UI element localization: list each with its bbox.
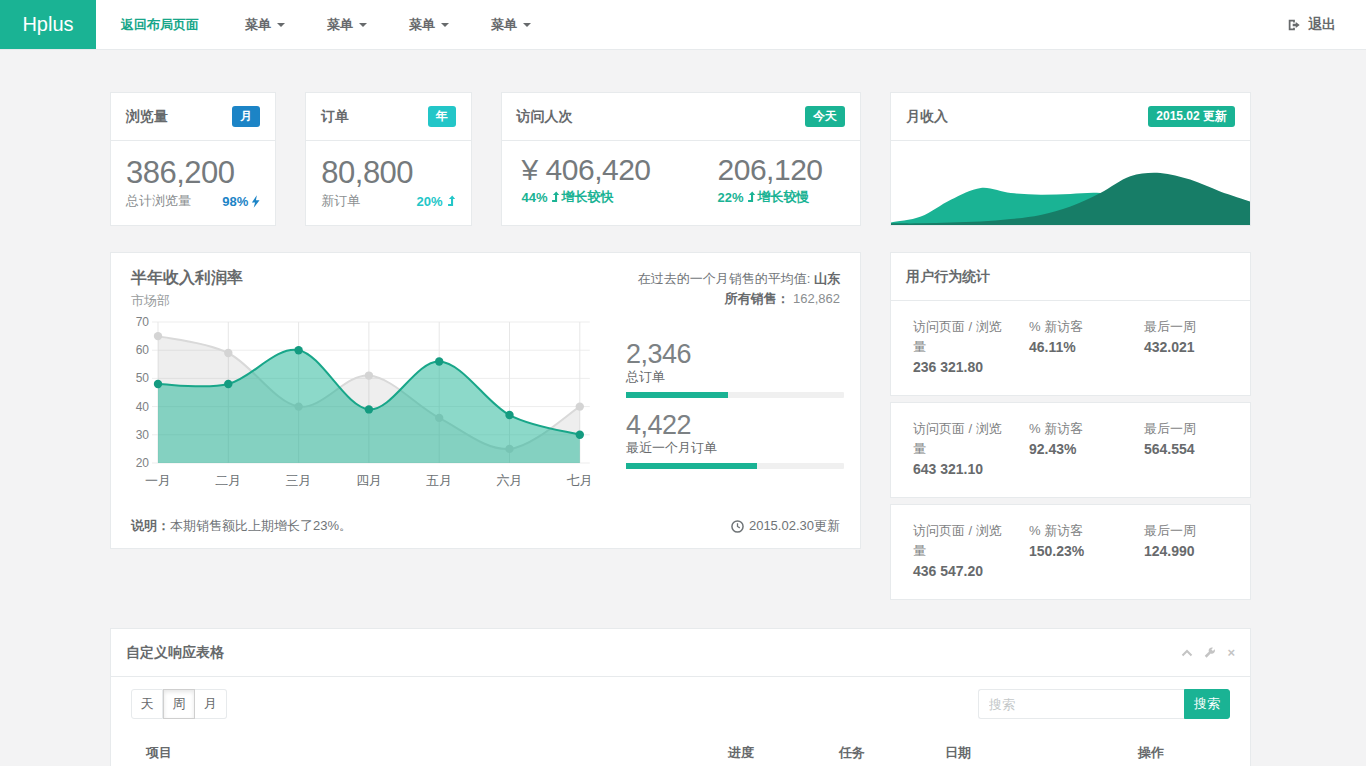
svg-text:五月: 五月 <box>426 473 452 488</box>
views-card-title: 浏览量 <box>126 108 168 126</box>
data-table: 项目 进度 任务 日期 操作 <box>131 736 1230 766</box>
sales-card: 半年收入利润率 市场部 在过去的一个月销售的平均值: 山东 所有销售： 162,… <box>110 252 861 549</box>
wrench-icon[interactable] <box>1204 647 1216 659</box>
income-card-title: 月收入 <box>906 108 948 126</box>
tab-week[interactable]: 周 <box>163 689 195 719</box>
col-progress: 进度 <box>720 736 831 766</box>
tab-month[interactable]: 月 <box>195 689 227 719</box>
svg-text:30: 30 <box>136 428 150 442</box>
svg-text:四月: 四月 <box>356 473 382 488</box>
nav-menu-3[interactable]: 菜单 <box>388 0 470 49</box>
period-tabs: 天 周 月 <box>131 689 227 719</box>
orders-card: 订单 年 80,800 新订单 20% <box>305 92 471 226</box>
svg-text:20: 20 <box>136 456 150 470</box>
col-date: 日期 <box>937 736 1130 766</box>
income-card: 月收入 2015.02 更新 <box>890 92 1251 226</box>
orders-value: 80,800 <box>321 154 455 192</box>
svg-text:二月: 二月 <box>215 473 241 488</box>
visits-count: 206,120 <box>718 153 823 187</box>
total-orders-value: 2,346 <box>626 339 844 369</box>
brand-logo[interactable]: Hplus <box>0 0 96 49</box>
month-orders-value: 4,422 <box>626 410 844 440</box>
table-card: 自定义响应表格 × 天 周 月 搜索 <box>110 628 1251 766</box>
svg-text:50: 50 <box>136 371 150 385</box>
profit-line-chart: 20 30 40 50 60 70 一月 二月 三月 四月 五月 六月 七月 <box>119 309 624 495</box>
search-button[interactable]: 搜索 <box>1184 689 1230 719</box>
sign-out-icon <box>1287 18 1301 32</box>
orders-label: 新订单 <box>321 192 360 210</box>
views-label: 总计浏览量 <box>126 192 191 210</box>
nav-menu-4[interactable]: 菜单 <box>470 0 552 49</box>
month-orders-label: 最近一个月订单 <box>626 440 844 456</box>
sales-note: 本期销售额比上期增长了23%。 <box>170 518 352 533</box>
logout-button[interactable]: 退出 <box>1287 16 1336 34</box>
sales-updated: 2015.02.30更新 <box>749 517 840 535</box>
visits-badge: 今天 <box>805 106 845 127</box>
svg-text:三月: 三月 <box>286 473 312 488</box>
level-up-icon <box>550 191 560 203</box>
search-input[interactable] <box>978 689 1184 719</box>
orders-card-title: 订单 <box>321 108 349 126</box>
views-value: 386,200 <box>126 154 260 192</box>
total-orders-progress <box>626 392 844 398</box>
behavior-card: 用户行为统计 访问页面 / 浏览量236 321.80 % 新访客46.11% … <box>890 252 1251 600</box>
total-sales-value: 162,862 <box>793 291 840 306</box>
col-project: 项目 <box>131 736 720 766</box>
caret-down-icon <box>441 23 449 27</box>
behavior-row: 访问页面 / 浏览量436 547.20 % 新访客150.23% 最后一周12… <box>891 505 1250 599</box>
caret-down-icon <box>277 23 285 27</box>
level-up-icon <box>746 191 756 203</box>
behavior-title: 用户行为统计 <box>906 268 990 286</box>
views-badge: 月 <box>232 106 260 127</box>
col-task: 任务 <box>831 736 937 766</box>
caret-down-icon <box>359 23 367 27</box>
income-area-chart <box>891 141 1250 225</box>
collapse-icon[interactable] <box>1181 649 1193 657</box>
income-badge: 2015.02 更新 <box>1148 106 1235 127</box>
svg-text:七月: 七月 <box>567 473 593 488</box>
visits-card-title: 访问人次 <box>517 108 573 126</box>
visits-amount: ¥ 406,420 <box>522 153 718 187</box>
svg-text:40: 40 <box>136 400 150 414</box>
svg-text:70: 70 <box>136 315 150 329</box>
behavior-row: 访问页面 / 浏览量236 321.80 % 新访客46.11% 最后一周432… <box>891 301 1250 395</box>
month-orders-progress <box>626 463 844 469</box>
table-card-title: 自定义响应表格 <box>126 644 224 662</box>
level-up-icon <box>446 195 456 207</box>
total-orders-label: 总订单 <box>626 369 844 385</box>
nav-menu-2[interactable]: 菜单 <box>306 0 388 49</box>
close-icon[interactable]: × <box>1227 645 1235 660</box>
avg-value: 山东 <box>814 271 840 286</box>
orders-badge: 年 <box>428 106 456 127</box>
nav-back-link[interactable]: 返回布局页面 <box>96 0 224 49</box>
navbar: Hplus 返回布局页面 菜单 菜单 菜单 菜单 退出 <box>0 0 1366 50</box>
col-action: 操作 <box>1130 736 1230 766</box>
caret-down-icon <box>523 23 531 27</box>
nav-menu-1[interactable]: 菜单 <box>224 0 306 49</box>
svg-text:六月: 六月 <box>497 473 523 488</box>
svg-text:一月: 一月 <box>145 473 171 488</box>
views-card: 浏览量 月 386,200 总计浏览量 98% <box>110 92 276 226</box>
behavior-row: 访问页面 / 浏览量643 321.10 % 新访客92.43% 最后一周564… <box>891 403 1250 497</box>
clock-icon <box>731 520 744 533</box>
bolt-icon <box>251 195 260 208</box>
visits-card: 访问人次 今天 ¥ 406,420 44%增长较快 206,120 22%增长较… <box>501 92 861 226</box>
tab-day[interactable]: 天 <box>131 689 163 719</box>
stat-cards-row: 浏览量 月 386,200 总计浏览量 98% 订单 年 80,800 新订单 <box>110 92 1251 226</box>
svg-text:60: 60 <box>136 343 150 357</box>
